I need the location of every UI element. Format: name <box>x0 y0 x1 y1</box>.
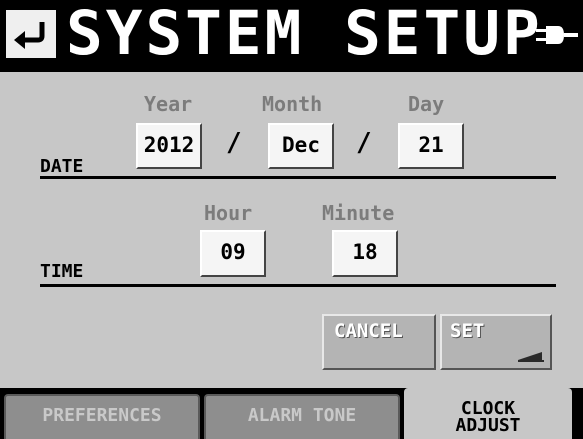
enter-corner-icon <box>518 352 544 362</box>
cancel-button[interactable]: CANCEL <box>322 314 436 370</box>
hour-field[interactable]: 09 <box>200 230 266 277</box>
page-title: SYSTEM SETUP <box>66 0 543 69</box>
date-separator: / <box>226 128 242 158</box>
time-divider <box>40 284 556 287</box>
system-setup-screen: SYSTEM SETUP Year Month Day 2012 / Dec /… <box>0 0 583 439</box>
date-divider <box>40 176 556 179</box>
set-button[interactable]: SET <box>440 314 552 370</box>
clock-adjust-panel: Year Month Day 2012 / Dec / 21 DATE Hour… <box>0 72 583 388</box>
tab-clock-adjust[interactable]: CLOCK ADJUST <box>404 388 572 439</box>
year-field[interactable]: 2012 <box>136 123 202 169</box>
ac-power-plug-icon <box>536 26 578 44</box>
tab-bar: PREFERENCES ALARM TONE CLOCK ADJUST <box>0 388 583 439</box>
minute-field[interactable]: 18 <box>332 230 398 277</box>
month-field[interactable]: Dec <box>268 123 334 169</box>
minute-label: Minute <box>322 201 395 225</box>
month-label: Month <box>262 92 323 116</box>
day-field[interactable]: 21 <box>398 123 464 169</box>
date-separator: / <box>356 128 372 158</box>
header-bar: SYSTEM SETUP <box>0 0 583 69</box>
return-arrow-icon <box>14 22 45 49</box>
set-button-label: SET <box>450 320 485 342</box>
tab-alarm-tone[interactable]: ALARM TONE <box>204 394 400 439</box>
year-label: Year <box>144 92 193 116</box>
tab-clock-adjust-line2: ADJUST <box>455 415 521 436</box>
hour-label: Hour <box>204 201 253 225</box>
tab-preferences[interactable]: PREFERENCES <box>4 394 200 439</box>
back-button[interactable] <box>6 10 56 58</box>
date-label: DATE <box>40 156 84 177</box>
time-label: TIME <box>40 261 84 282</box>
day-label: Day <box>408 92 445 116</box>
